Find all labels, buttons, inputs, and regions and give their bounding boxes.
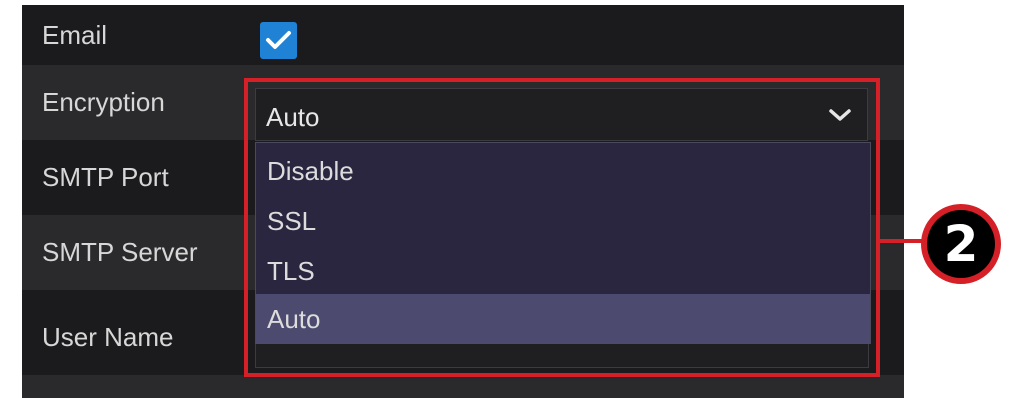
user-name-label: User Name: [42, 322, 174, 352]
callout-number: 2: [927, 210, 995, 278]
email-checkbox[interactable]: [260, 22, 297, 59]
callout-highlight-frame: [244, 78, 880, 377]
callout-connector-line: [880, 239, 924, 243]
encryption-label: Encryption: [42, 87, 165, 117]
checkmark-icon: [266, 31, 291, 49]
callout-badge: 2: [921, 204, 1001, 284]
smtp-server-label: SMTP Server: [42, 237, 198, 267]
smtp-port-label: SMTP Port: [42, 162, 169, 192]
email-row: Email: [22, 5, 904, 65]
next-row: [22, 375, 904, 398]
email-label: Email: [42, 20, 108, 50]
